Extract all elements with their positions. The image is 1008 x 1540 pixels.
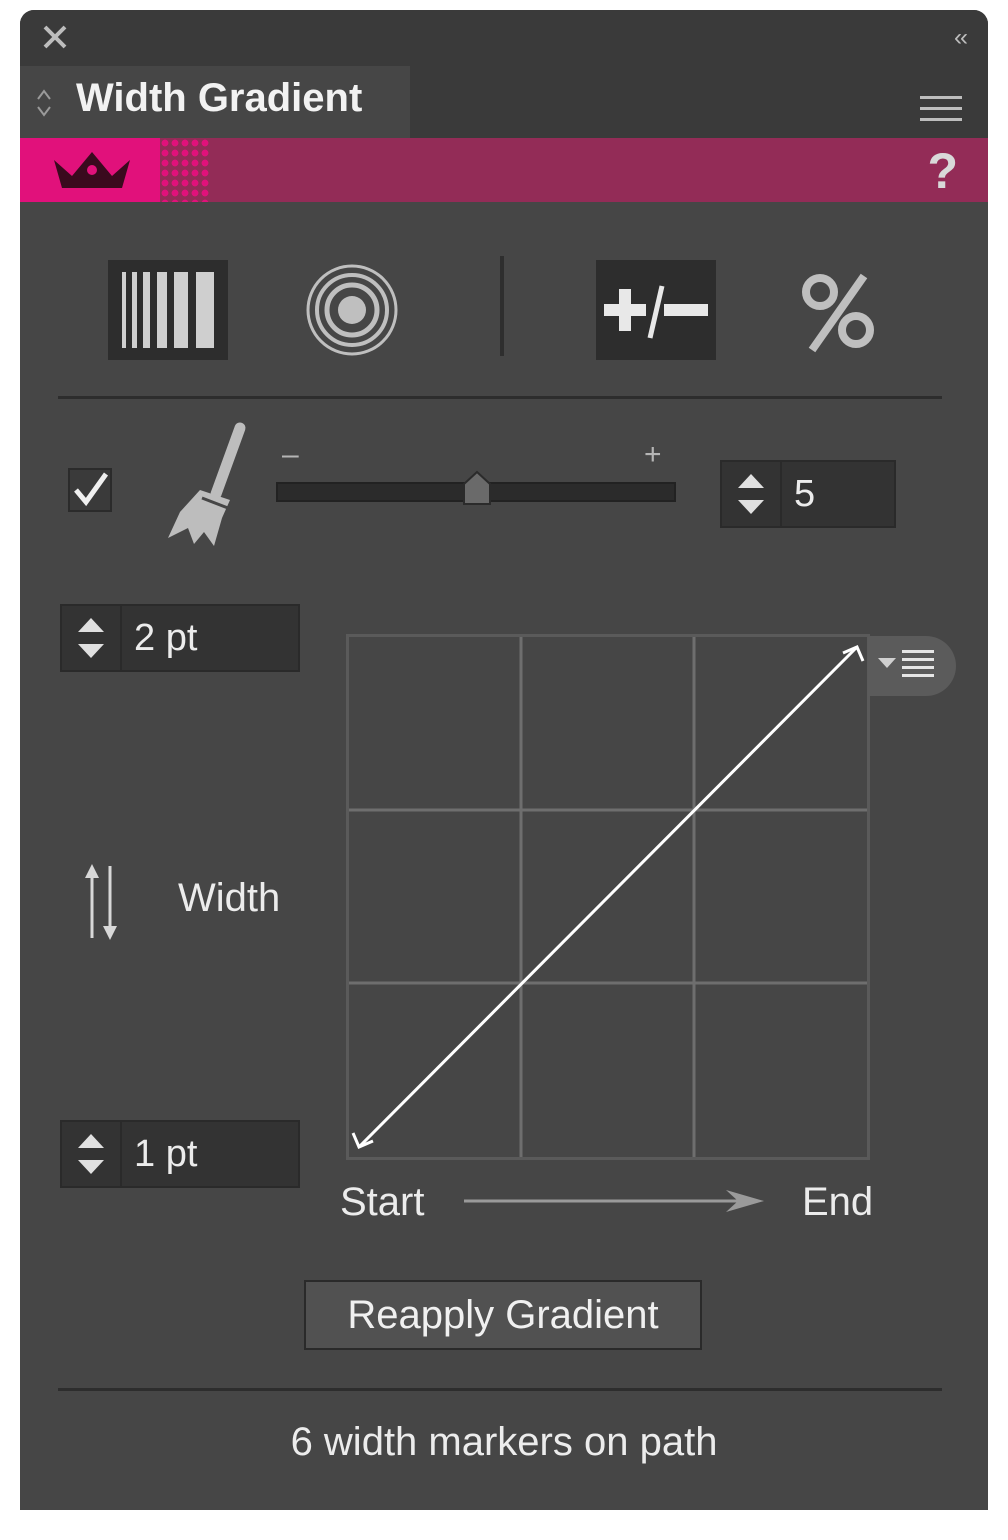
help-button[interactable]: ? [927, 142, 958, 200]
linear-gradient-icon[interactable] [108, 260, 228, 360]
direction-arrow-icon [464, 1190, 764, 1212]
tab-width-gradient[interactable]: Width Gradient [20, 66, 410, 138]
reapply-gradient-button[interactable]: Reapply Gradient [304, 1280, 702, 1350]
width-gradient-panel: ‹‹ Width Gradient ? – + 5 2 pt Width 1 p… [20, 10, 988, 1510]
min-width-stepper[interactable]: 1 pt [60, 1120, 300, 1188]
curve-presets-button[interactable] [868, 636, 956, 696]
brush-icon [168, 422, 246, 546]
crown-icon [54, 152, 130, 188]
tab-row: Width Gradient [20, 66, 988, 138]
tab-expand-icon[interactable] [34, 86, 54, 120]
max-width-stepper[interactable]: 2 pt [60, 604, 300, 672]
swap-width-icon[interactable] [82, 862, 122, 942]
close-icon[interactable] [42, 24, 68, 50]
brand-bar: ? [20, 138, 988, 202]
panel-menu-icon[interactable] [920, 94, 962, 124]
panel-title: Width Gradient [76, 76, 363, 120]
slider-plus-label: + [644, 438, 662, 471]
plus-minus-icon[interactable] [596, 260, 716, 360]
stepper-arrows-icon[interactable] [62, 1122, 122, 1186]
presets-list-icon [878, 650, 934, 677]
brand-dither [160, 138, 210, 202]
smoothness-value[interactable]: 5 [794, 462, 815, 526]
max-width-value[interactable]: 2 pt [134, 606, 197, 670]
percent-icon[interactable] [798, 268, 878, 358]
stepper-arrows-icon[interactable] [722, 462, 782, 526]
slider-minus-label: – [282, 438, 299, 471]
width-curve-graph[interactable] [346, 634, 870, 1160]
panel-title-bar: ‹‹ [20, 10, 988, 66]
radial-gradient-icon[interactable] [300, 260, 404, 360]
smoothness-stepper[interactable]: 5 [720, 460, 896, 528]
divider-top [58, 396, 942, 399]
collapse-panel-button[interactable]: ‹‹ [954, 24, 968, 52]
smoothness-slider-thumb[interactable] [462, 470, 492, 506]
graph-end-label: End [802, 1180, 874, 1224]
min-width-value[interactable]: 1 pt [134, 1122, 197, 1186]
curve-canvas[interactable] [349, 637, 867, 1157]
checkmark-icon [74, 472, 109, 507]
stepper-arrows-icon[interactable] [62, 606, 122, 670]
width-curve-line [357, 645, 859, 1149]
graph-start-label: Start [340, 1180, 425, 1224]
width-axis-label: Width [178, 876, 281, 920]
toolbar-separator [500, 256, 504, 356]
divider-bottom [58, 1388, 942, 1391]
status-text: 6 width markers on path [290, 1420, 718, 1464]
enable-checkbox[interactable] [68, 468, 112, 512]
